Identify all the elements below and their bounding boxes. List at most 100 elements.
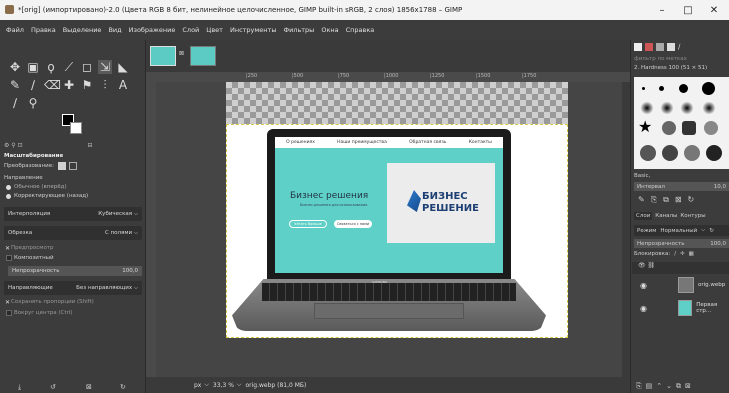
opacity-slider[interactable]: Непрозрачность 100,0 <box>8 266 142 276</box>
close-button[interactable]: ✕ <box>701 0 727 20</box>
menu-help[interactable]: Справка <box>346 26 375 34</box>
brush-preview[interactable] <box>706 145 722 161</box>
around-center-checkbox[interactable]: Вокруг центра (Ctrl) <box>14 310 152 316</box>
text-tool-icon[interactable]: A <box>116 78 130 92</box>
brush-preview[interactable] <box>659 86 664 91</box>
brush-preview[interactable] <box>662 121 676 135</box>
brush-preview[interactable] <box>660 101 674 115</box>
menu-view[interactable]: Вид <box>108 26 121 34</box>
layer-mode-select[interactable]: Режим Нормальный ⌵ ↻ <box>634 225 729 236</box>
brush-preview[interactable] <box>642 87 645 90</box>
paint-tool-icon[interactable]: ✎ <box>8 78 22 92</box>
brush-preview[interactable] <box>680 101 694 115</box>
brush-filter-input[interactable]: фильтр по метках <box>634 56 687 62</box>
smudge-tool-icon[interactable]: ⚑ <box>80 78 94 92</box>
rect-select-tool-icon[interactable]: ▣ <box>26 60 40 74</box>
image-tab-thumb-1[interactable] <box>150 46 176 66</box>
tab-layers[interactable]: Слои <box>634 211 653 220</box>
brush-preview[interactable] <box>640 145 656 161</box>
heal-tool-icon[interactable]: ✚ <box>62 78 76 92</box>
menu-edit[interactable]: Правка <box>31 26 56 34</box>
lock-position-icon[interactable]: ✛ <box>680 251 685 257</box>
reset-options-icon[interactable]: ↻ <box>120 383 126 391</box>
delete-options-icon[interactable]: ⊠ <box>86 383 92 391</box>
reset-mode-icon[interactable]: ↻ <box>709 228 714 234</box>
guides-select[interactable]: Направляющие Без направляющих ⌵ <box>4 281 142 295</box>
lock-pixels-icon[interactable]: ∕ <box>674 251 676 257</box>
composited-checkbox[interactable]: Композитный <box>14 255 152 261</box>
visibility-eye-icon[interactable]: ◉ <box>640 304 647 313</box>
brush-preview[interactable] <box>704 121 718 135</box>
crop-tool-icon[interactable]: ◻ <box>80 60 94 74</box>
direction-corrective-radio[interactable]: Корректирующее (назад) <box>14 193 152 199</box>
lower-layer-icon[interactable]: ⌄ <box>666 382 676 390</box>
brush-star-icon[interactable]: ★ <box>638 119 652 135</box>
edit-brush-icon[interactable]: ✎ <box>638 195 651 204</box>
menu-windows[interactable]: Окна <box>321 26 338 34</box>
brush-preview[interactable] <box>684 145 700 161</box>
tab-channels[interactable]: Каналы <box>655 213 677 219</box>
delete-brush-icon[interactable]: ⊠ <box>675 195 688 204</box>
brush-preview[interactable] <box>662 145 678 161</box>
layer-row[interactable]: ◉ orig.webp <box>632 274 729 296</box>
raise-layer-icon[interactable]: ⌃ <box>656 382 666 390</box>
transform-selection-icon[interactable] <box>69 162 77 170</box>
spacing-slider[interactable]: Интервал 10,0 <box>634 182 729 191</box>
brush-preview[interactable] <box>640 101 654 115</box>
layer-opacity-slider[interactable]: Непрозрачность 100,0 <box>634 239 729 248</box>
background-color-swatch[interactable] <box>70 122 82 134</box>
vertical-scrollbar[interactable] <box>622 82 630 377</box>
menu-filters[interactable]: Фильтры <box>283 26 314 34</box>
move-tool-icon[interactable]: ✥ <box>8 60 22 74</box>
interpolation-select[interactable]: Интерполяция Кубическая ⌵ <box>4 207 142 221</box>
path-tool-icon[interactable]: ⫶ <box>98 78 112 92</box>
visibility-eye-icon[interactable]: ◉ <box>640 281 647 290</box>
brush-preview[interactable] <box>682 121 696 135</box>
layer-row[interactable]: ◉ Первая стр... <box>632 297 729 319</box>
brush-preview[interactable] <box>679 84 688 93</box>
fuzzy-select-tool-icon[interactable]: ⟋ <box>62 60 76 74</box>
maximize-button[interactable]: □ <box>675 0 701 20</box>
brush-tab-icon[interactable] <box>634 43 642 51</box>
pattern-tab-icon[interactable] <box>645 43 653 51</box>
menu-colors[interactable]: Цвет <box>206 26 223 34</box>
zoom-select[interactable]: 33,3 % <box>213 382 234 389</box>
brush-preview[interactable] <box>702 82 715 95</box>
font-tab-icon[interactable] <box>667 43 675 51</box>
menu-image[interactable]: Изображение <box>129 26 176 34</box>
menu-tools[interactable]: Инструменты <box>230 26 277 34</box>
warp-tool-icon[interactable]: ◣ <box>116 60 130 74</box>
direction-normal-radio[interactable]: Обычное (вперёд) <box>14 184 152 190</box>
menu-file[interactable]: Файл <box>6 26 24 34</box>
duplicate-brush-icon[interactable]: ⧉ <box>663 195 675 204</box>
pencil-tool-icon[interactable]: ∕ <box>26 78 40 92</box>
eraser-tool-icon[interactable]: ⌫ <box>44 78 61 92</box>
color-picker-tool-icon[interactable]: ∕ <box>8 96 22 110</box>
restore-options-icon[interactable]: ↺ <box>50 383 56 391</box>
lock-alpha-icon[interactable]: ▦ <box>689 251 694 257</box>
save-options-icon[interactable]: ⤓ <box>18 383 21 392</box>
new-layer-icon[interactable]: ⎘ <box>636 382 646 390</box>
lasso-tool-icon[interactable]: ϙ <box>44 60 58 74</box>
brush-preview[interactable] <box>702 101 716 115</box>
new-brush-icon[interactable]: ⎘ <box>651 195 663 204</box>
minimize-button[interactable]: – <box>649 0 675 20</box>
scale-tool-icon[interactable]: ⇲ <box>98 60 112 74</box>
refresh-brushes-icon[interactable]: ↻ <box>688 195 701 204</box>
transform-layer-icon[interactable] <box>58 162 66 170</box>
preview-checkbox[interactable]: Предпросмотр <box>11 245 149 251</box>
duplicate-layer-icon[interactable]: ⧉ <box>676 382 685 390</box>
keep-aspect-checkbox[interactable]: Сохранять пропорции (Shift) <box>11 299 149 305</box>
menu-select[interactable]: Выделение <box>63 26 102 34</box>
gradient-tab-icon[interactable] <box>656 43 664 51</box>
unit-select[interactable]: px <box>194 382 201 389</box>
delete-layer-icon[interactable]: ⊠ <box>685 382 695 390</box>
close-tab-icon[interactable]: ⊠ <box>179 50 184 57</box>
brush-grid[interactable]: ★ <box>634 77 729 169</box>
tab-paths[interactable]: Контуры <box>680 213 705 219</box>
new-group-icon[interactable]: ▤ <box>646 382 657 390</box>
zoom-tool-icon[interactable]: ⚲ <box>26 96 40 110</box>
brush-editor-icon[interactable]: ∕ <box>678 43 686 51</box>
clipping-select[interactable]: Обрезка С полями ⌵ <box>4 226 142 240</box>
menu-layer[interactable]: Слой <box>182 26 199 34</box>
